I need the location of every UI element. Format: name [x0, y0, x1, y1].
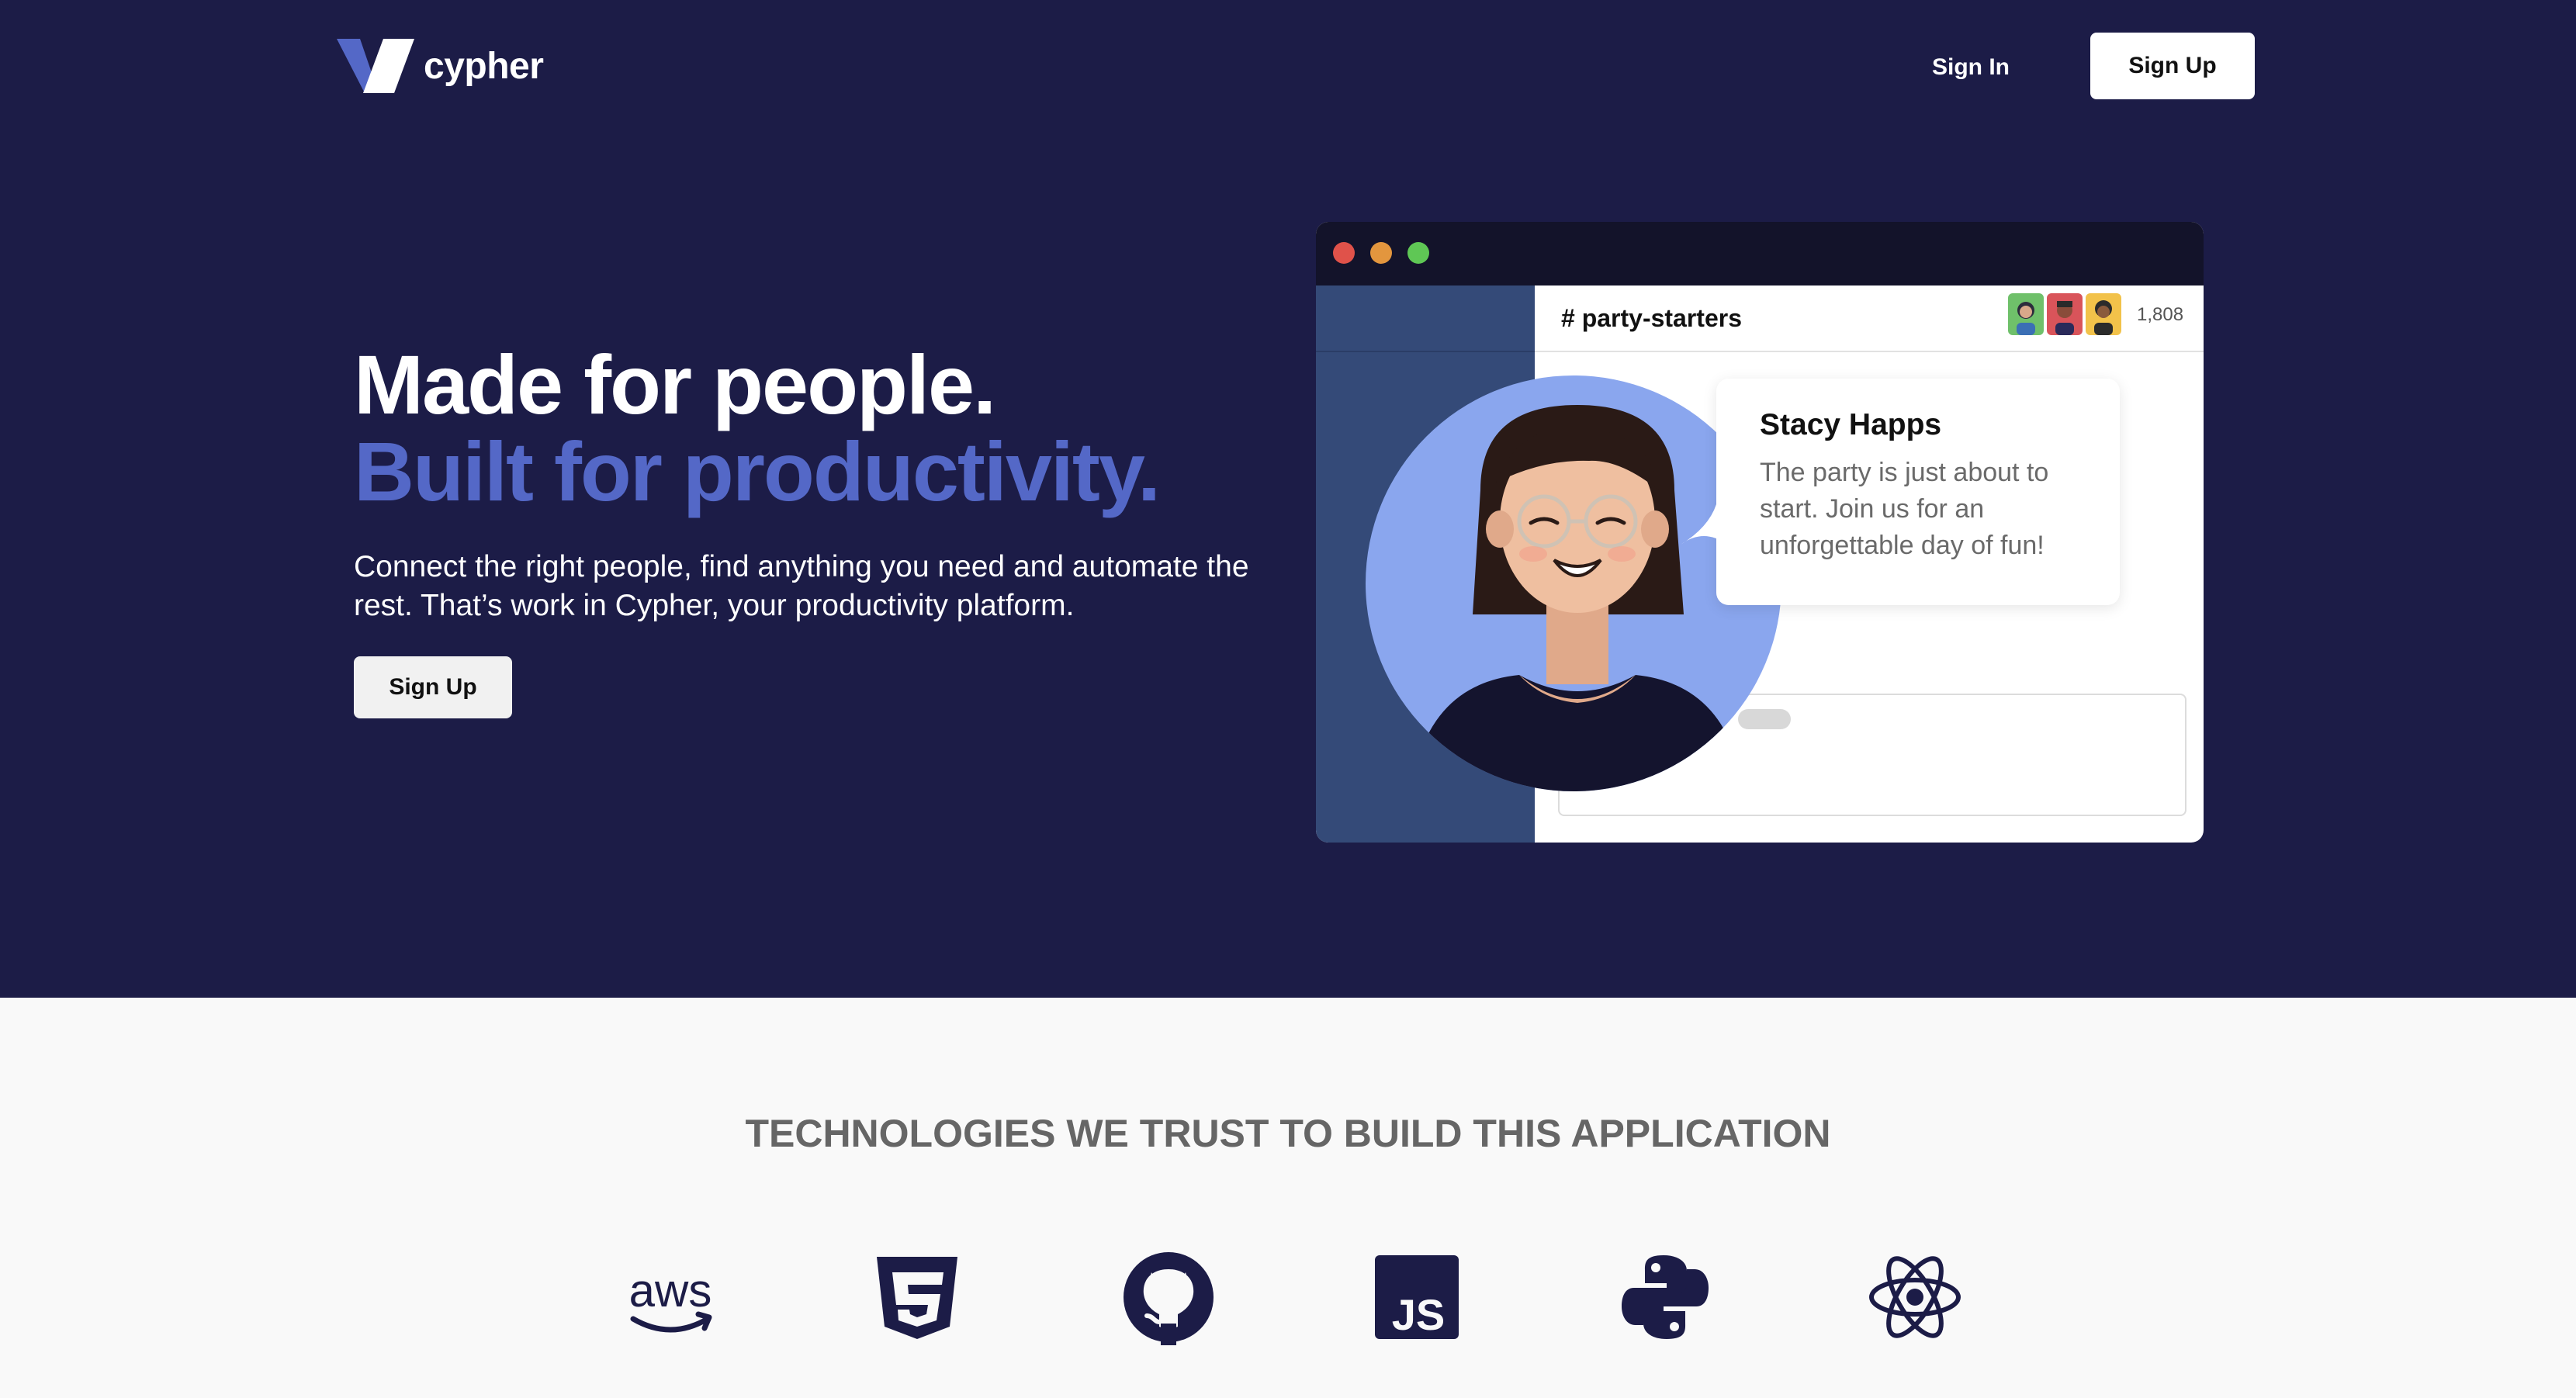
hero-headline: Made for people. Built for productivity. — [354, 337, 1161, 518]
message-author: Stacy Happs — [1760, 408, 1942, 441]
member-avatar-2 — [2047, 293, 2083, 335]
hero-subtext: Connect the right people, find anything … — [354, 550, 1249, 622]
svg-text:JS: JS — [1392, 1290, 1446, 1339]
logo[interactable]: cypher — [337, 36, 544, 96]
github-icon — [1120, 1249, 1217, 1345]
member-avatar-3 — [2086, 293, 2121, 335]
member-avatars — [2008, 293, 2121, 335]
python-icon — [1617, 1249, 1713, 1345]
sign-up-button-header[interactable]: Sign Up — [2090, 33, 2255, 99]
sidebar-divider — [1316, 351, 1535, 352]
member-count: 1,808 — [2137, 304, 2184, 325]
css3-icon — [869, 1249, 965, 1345]
hero-section: cypher Sign In Sign Up Made for people. … — [0, 0, 2576, 998]
headline-line-2: Built for productivity. — [354, 424, 1161, 518]
react-icon — [1867, 1249, 1963, 1345]
window-close-dot — [1333, 242, 1355, 264]
svg-text:aws: aws — [629, 1265, 712, 1317]
technologies-title: TECHNOLOGIES WE TRUST TO BUILD THIS APPL… — [745, 1112, 1831, 1155]
window-minimize-dot — [1370, 242, 1392, 264]
javascript-icon: JS — [1369, 1249, 1465, 1345]
window-maximize-dot — [1407, 242, 1429, 264]
logo-text: cypher — [424, 45, 544, 87]
window-titlebar — [1316, 222, 2204, 285]
message-text: The party is just about to start. Join u… — [1760, 458, 2049, 560]
sign-in-link[interactable]: Sign In — [1932, 48, 2010, 87]
channel-name: # party-starters — [1561, 304, 1742, 332]
member-avatar-1 — [2008, 293, 2044, 335]
cypher-logo-icon — [337, 39, 414, 93]
message-bubble: Stacy Happs The party is just about to s… — [1716, 379, 2120, 605]
bubble-tail — [1681, 504, 1727, 545]
typing-placeholder-bar — [1738, 709, 1791, 729]
aws-icon: aws — [622, 1249, 718, 1345]
sign-up-button-hero[interactable]: Sign Up — [354, 656, 512, 718]
headline-line-1: Made for people. — [354, 337, 996, 431]
